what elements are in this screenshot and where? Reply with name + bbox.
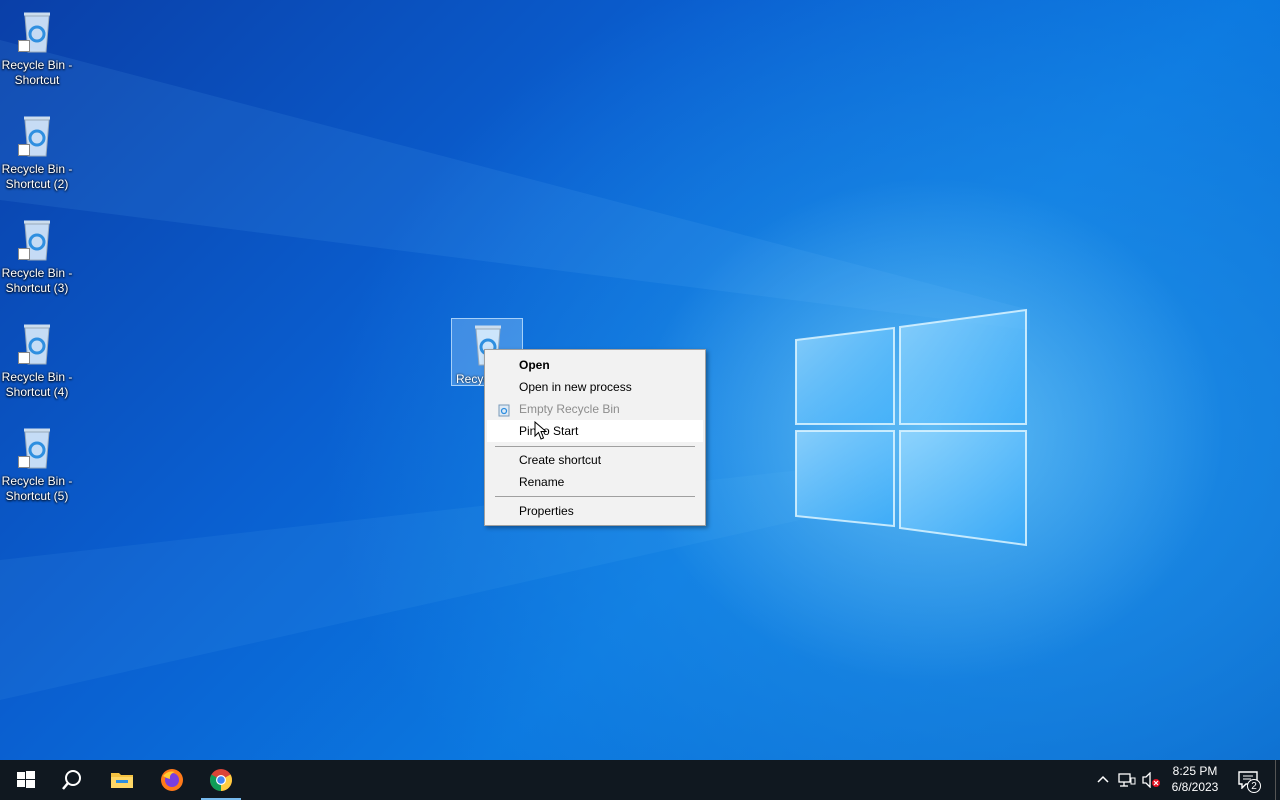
menu-item-label: Empty Recycle Bin — [519, 402, 620, 416]
menu-item-rename[interactable]: Rename — [487, 471, 703, 493]
recycle-bin-icon — [13, 216, 61, 264]
mouse-cursor-icon — [534, 421, 548, 440]
show-desktop-button[interactable] — [1275, 760, 1280, 800]
windows-logo-icon — [17, 771, 35, 788]
desktop-icon-label: Recycle Bin - Shortcut (4) — [1, 370, 73, 399]
shortcut-arrow-icon — [18, 144, 30, 156]
menu-separator — [495, 446, 695, 447]
desktop-icon-recycle-bin-shortcut-5[interactable]: Recycle Bin - Shortcut (5) — [0, 424, 74, 504]
recycle-bin-icon — [497, 402, 511, 417]
shortcut-arrow-icon — [18, 456, 30, 468]
desktop-icon-recycle-bin-shortcut[interactable]: Recycle Bin - Shortcut — [0, 8, 74, 88]
menu-item-pin-to-start[interactable]: Pin to Start — [487, 420, 703, 442]
shortcut-arrow-icon — [18, 40, 30, 52]
menu-item-create-shortcut[interactable]: Create shortcut — [487, 449, 703, 471]
network-icon — [1118, 773, 1136, 787]
desktop-icon-recycle-bin-shortcut-3[interactable]: Recycle Bin - Shortcut (3) — [0, 216, 74, 296]
recycle-bin-icon — [13, 112, 61, 160]
search-icon — [62, 770, 81, 790]
desktop-icon-recycle-bin-shortcut-4[interactable]: Recycle Bin - Shortcut (4) — [0, 320, 74, 400]
shortcut-arrow-icon — [18, 352, 30, 364]
chevron-up-icon — [1097, 775, 1109, 783]
clock-date: 6/8/2023 — [1171, 780, 1219, 794]
desktop-icon-label: Recycle Bin - Shortcut (5) — [1, 474, 73, 503]
search-button[interactable] — [48, 760, 96, 800]
file-explorer-button[interactable] — [98, 760, 146, 800]
notification-count-badge: 2 — [1247, 779, 1261, 793]
recycle-bin-icon — [13, 8, 61, 56]
firefox-button[interactable] — [148, 760, 196, 800]
taskbar: 8:25 PM 6/8/2023 — [0, 760, 1280, 800]
desktop-icon-label: Recycle Bin - Shortcut — [1, 58, 73, 87]
desktop-icon-label: Recycle Bin - Shortcut (3) — [1, 266, 73, 295]
desktop-icon-recycle-bin-shortcut-2[interactable]: Recycle Bin - Shortcut (2) — [0, 112, 74, 192]
menu-item-open[interactable]: Open — [487, 354, 703, 376]
folder-icon — [111, 773, 133, 788]
clock-time: 8:25 PM — [1172, 764, 1218, 778]
start-button[interactable] — [0, 760, 48, 800]
menu-item-empty-recycle-bin[interactable]: Empty Recycle Bin — [487, 398, 703, 420]
volume-tray-button[interactable] — [1140, 760, 1162, 800]
context-menu: Open Open in new process Empty Recycle B… — [484, 349, 706, 526]
shortcut-arrow-icon — [18, 248, 30, 260]
menu-item-open-in-new-process[interactable]: Open in new process — [487, 376, 703, 398]
chrome-button[interactable] — [197, 760, 245, 800]
firefox-icon — [161, 769, 183, 791]
speaker-muted-icon — [1142, 772, 1160, 788]
recycle-bin-icon — [13, 424, 61, 472]
menu-separator — [495, 496, 695, 497]
menu-item-properties[interactable]: Properties — [487, 500, 703, 522]
desktop-icon-label: Recycle Bin - Shortcut (2) — [1, 162, 73, 191]
taskbar-clock[interactable]: 8:25 PM 6/8/2023 — [1164, 763, 1226, 795]
chrome-icon — [210, 769, 232, 791]
show-hidden-icons-button[interactable] — [1092, 760, 1114, 800]
recycle-bin-icon — [13, 320, 61, 368]
network-tray-button[interactable] — [1116, 760, 1138, 800]
